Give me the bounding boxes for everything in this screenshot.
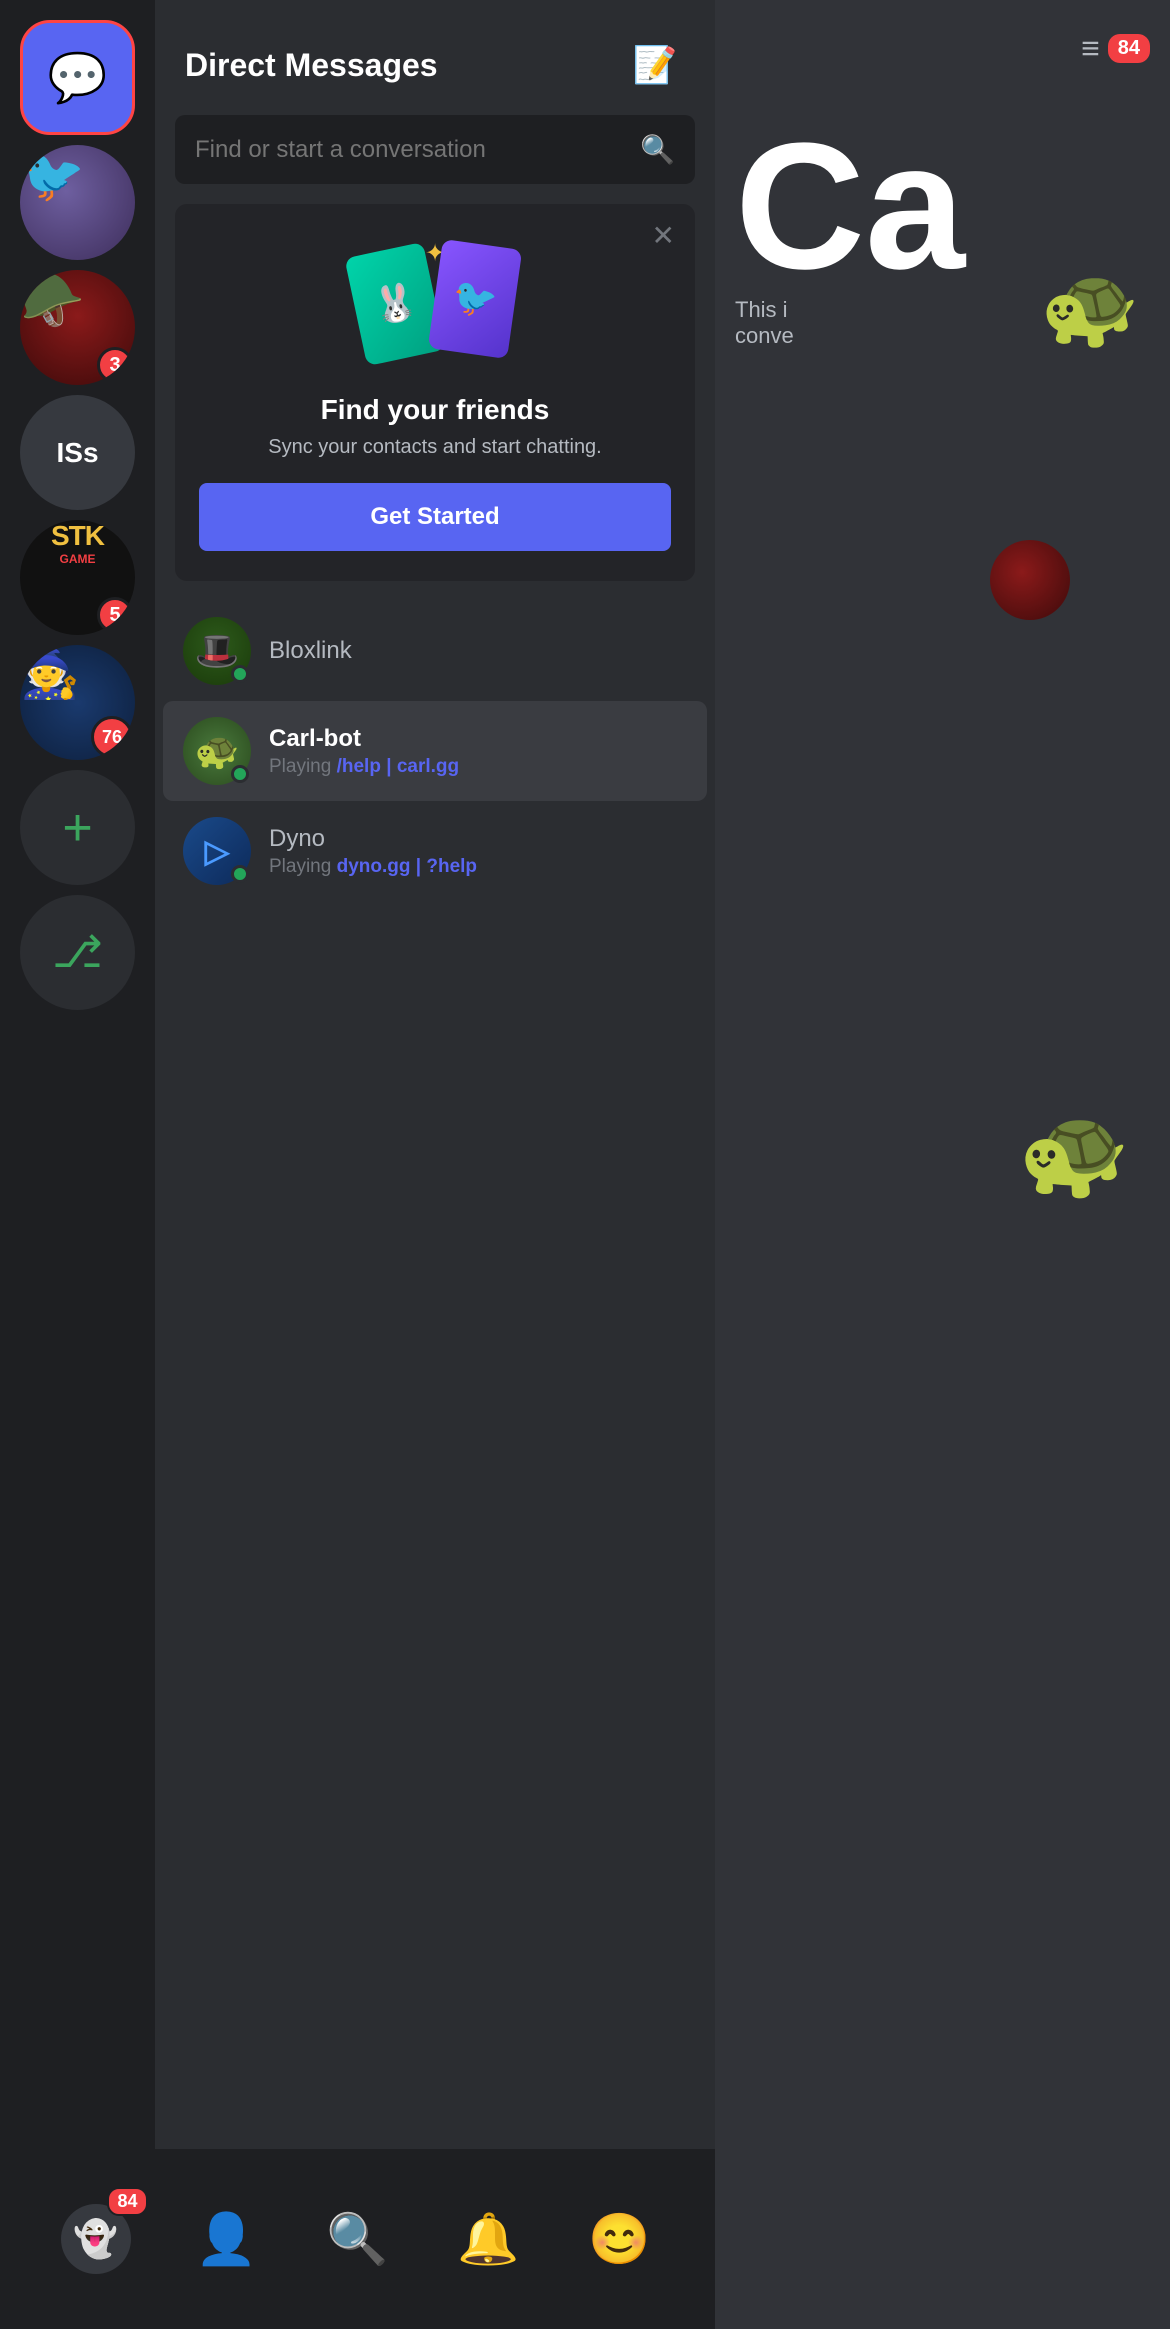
right-turtle-bottom-icon: 🐢 [1018, 1100, 1130, 1205]
helmet-badge: 3 [97, 347, 133, 383]
find-friends-title: Find your friends [199, 394, 671, 426]
war-badge: 76 [91, 716, 133, 758]
dyno-status: Playing dyno.gg | ?help [269, 856, 687, 878]
phone-cards: ✦ 🐰 🐦 [335, 239, 535, 369]
carlbot-status: Playing /help | carl.gg [269, 756, 687, 778]
carlbot-status-game: /help | carl.gg [337, 756, 460, 777]
dm-icon: 💬 [48, 49, 108, 106]
right-turtle-icon: 🐢 [1040, 260, 1140, 354]
dm-list: 🎩 Bloxlink 🐢 Carl-bot Playing /help | ca… [155, 601, 715, 2329]
bloxlink-online-dot [231, 665, 249, 683]
hamburger-icon[interactable]: ≡ [1081, 30, 1100, 67]
bloxlink-avatar-container: 🎩 [183, 617, 251, 685]
plus-icon: + [62, 798, 92, 858]
dyno-status-game: dyno.gg | ?help [337, 856, 477, 877]
bird-icon: 🐦 [20, 147, 85, 205]
new-dm-icon: 📝 [633, 44, 678, 86]
explore-icon: ⎇ [52, 927, 103, 978]
notification-count-badge: 84 [1108, 34, 1150, 63]
dyno-online-dot [231, 865, 249, 883]
find-friends-card: ✕ ✦ 🐰 🐦 Find your friends Sync your cont… [175, 204, 695, 581]
dm-item-dyno[interactable]: ▷ Dyno Playing dyno.gg | ?help [163, 801, 707, 901]
panel-title: Direct Messages [185, 47, 438, 84]
iss-label: ISs [20, 395, 135, 510]
right-subtitle-text1: This i [735, 297, 788, 322]
profile-icon: 😊 [588, 2210, 650, 2269]
home-avatar-icon: 👻 [73, 2218, 118, 2260]
right-panel-header: ≡ 84 [715, 0, 1170, 97]
bird-emoji: 🐦 [450, 275, 500, 323]
close-card-button[interactable]: ✕ [652, 222, 675, 250]
sidebar-item-server-bird[interactable]: 🐦 [20, 145, 135, 260]
nav-item-profile[interactable]: 😊 [560, 2179, 680, 2299]
sidebar-item-server-helmet[interactable]: 🪖 3 [20, 270, 135, 385]
carlbot-info: Carl-bot Playing /help | carl.gg [269, 725, 687, 778]
war-icon: 🧙 [20, 648, 80, 701]
dyno-avatar-container: ▷ [183, 817, 251, 885]
bloxlink-info: Bloxlink [269, 637, 687, 665]
carlbot-status-prefix: Playing [269, 756, 337, 777]
search-bar[interactable]: 🔍 [175, 115, 695, 184]
bottom-nav: 👻 84 👤 🔍 🔔 😊 [0, 2149, 715, 2329]
sidebar: 💬 🐦 🪖 3 ISs STK GAME 5 🧙 76 + ⎇ [0, 0, 155, 2329]
add-server-button[interactable]: + [20, 770, 135, 885]
stk-sub: GAME [20, 552, 135, 566]
dyno-status-prefix: Playing [269, 856, 337, 877]
card-illustration: ✦ 🐰 🐦 [199, 234, 671, 374]
right-panel: ≡ 84 🐢 Ca This i conve 🐢 [715, 0, 1170, 2329]
nav-item-home[interactable]: 👻 84 [36, 2179, 156, 2299]
sidebar-item-server-stk[interactable]: STK GAME 5 [20, 520, 135, 635]
friends-icon: 👤 [195, 2210, 257, 2269]
sidebar-item-server-war[interactable]: 🧙 76 [20, 645, 135, 760]
home-nav-badge: 84 [107, 2187, 147, 2216]
nav-item-search[interactable]: 🔍 [298, 2179, 418, 2299]
search-nav-icon: 🔍 [326, 2210, 388, 2269]
carlbot-online-dot [231, 765, 249, 783]
dm-item-bloxlink[interactable]: 🎩 Bloxlink [163, 601, 707, 701]
sidebar-item-dm[interactable]: 💬 [20, 20, 135, 135]
stk-label: STK [20, 520, 135, 552]
sidebar-item-server-iss[interactable]: ISs [20, 395, 135, 510]
new-dm-button[interactable]: 📝 [625, 35, 685, 95]
stk-badge: 5 [97, 597, 133, 633]
dyno-name: Dyno [269, 825, 687, 853]
carlbot-avatar-container: 🐢 [183, 717, 251, 785]
carlbot-name: Carl-bot [269, 725, 687, 753]
helmet-icon: 🪖 [20, 272, 85, 330]
main-panel: Direct Messages 📝 🔍 ✕ ✦ 🐰 🐦 Find your fr… [155, 0, 715, 2329]
search-icon: 🔍 [640, 133, 675, 166]
nav-item-friends[interactable]: 👤 [167, 2179, 287, 2299]
dm-item-carlbot[interactable]: 🐢 Carl-bot Playing /help | carl.gg [163, 701, 707, 801]
get-started-button[interactable]: Get Started [199, 483, 671, 551]
phone-card-right: 🐦 [428, 239, 523, 359]
dyno-info: Dyno Playing dyno.gg | ?help [269, 825, 687, 878]
find-friends-subtitle: Sync your contacts and start chatting. [199, 436, 671, 459]
search-input[interactable] [195, 136, 628, 164]
bloxlink-name: Bloxlink [269, 637, 687, 665]
right-subtitle-text2: conve [735, 323, 794, 348]
panel-header: Direct Messages 📝 [155, 0, 715, 115]
right-small-avatar [990, 540, 1070, 620]
explore-button[interactable]: ⎇ [20, 895, 135, 1010]
rabbit-emoji: 🐰 [369, 279, 422, 329]
notifications-icon: 🔔 [457, 2210, 519, 2269]
nav-item-notifications[interactable]: 🔔 [429, 2179, 549, 2299]
